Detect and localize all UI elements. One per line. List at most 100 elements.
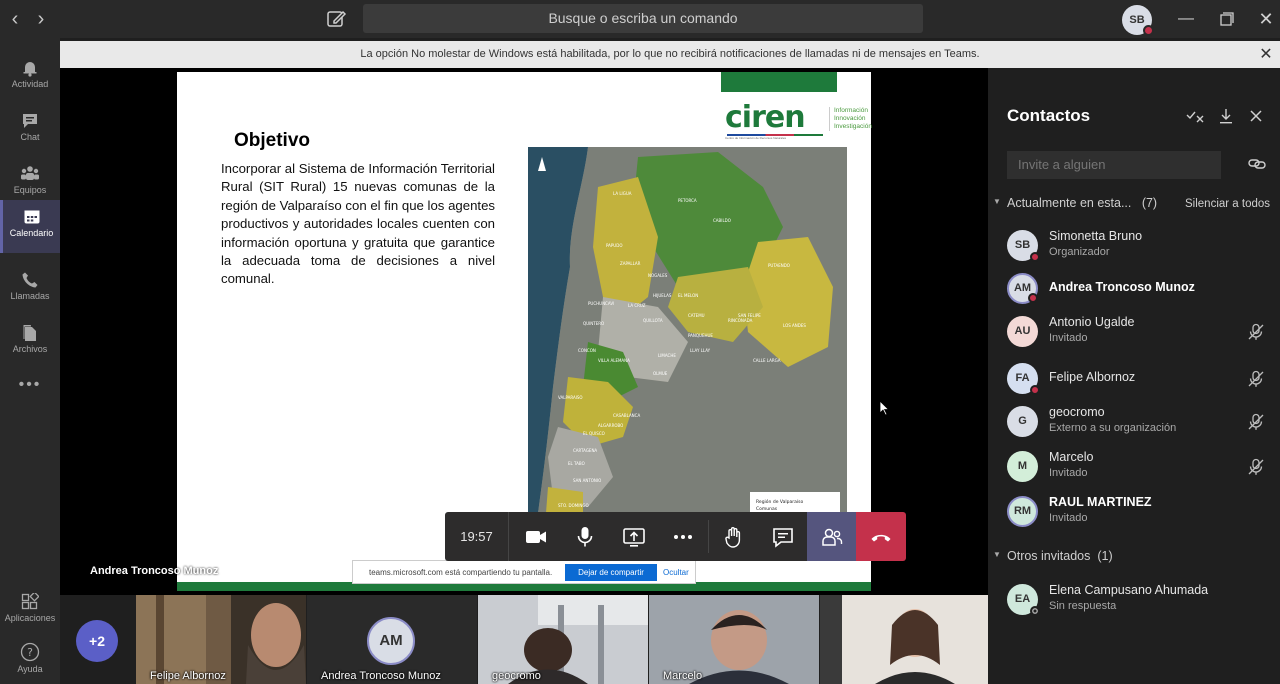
participant-row[interactable]: AU Antonio Ugalde Invitado: [988, 310, 1280, 354]
avatar-initials: SB: [1014, 239, 1031, 251]
search-command-box[interactable]: Busque o escriba un comando: [363, 4, 923, 33]
participant-row[interactable]: Ggeocromo Externo a su organización: [988, 400, 1280, 444]
current-participants-section[interactable]: ▼ Actualmente en esta... (7): [988, 196, 1188, 212]
close-window-icon[interactable]: ✕: [1253, 6, 1279, 32]
compose-icon[interactable]: [324, 7, 348, 31]
avatar-initials: RM: [1013, 505, 1032, 517]
status-dnd-icon: [1143, 25, 1154, 36]
rail-label: Llamadas: [10, 291, 50, 301]
video-tile[interactable]: [820, 595, 990, 684]
screen-share-notification: teams.microsoft.com está compartiendo tu…: [352, 560, 696, 584]
rail-more-icon[interactable]: •••: [0, 370, 60, 400]
map-commune-label: PETORCA: [678, 198, 697, 203]
mic-muted-icon[interactable]: [1247, 458, 1265, 476]
participant-name: Simonetta Bruno: [1049, 229, 1143, 243]
mic-muted-icon[interactable]: [1247, 413, 1265, 431]
bell-icon: [23, 62, 37, 77]
stop-sharing-button[interactable]: Dejar de compartir: [565, 564, 657, 581]
mute-all-icon[interactable]: [1185, 106, 1205, 126]
rail-label: Calendario: [9, 228, 54, 238]
participant-row[interactable]: FA Felipe Albornoz: [988, 357, 1280, 401]
video-tile[interactable]: Felipe Albornoz: [136, 595, 306, 684]
help-icon: ?: [20, 642, 40, 662]
participant-name: RAUL MARTINEZ: [1049, 495, 1152, 509]
mic-muted-icon[interactable]: [1247, 370, 1265, 388]
raise-hand-button[interactable]: [709, 512, 758, 561]
mute-all-button[interactable]: Silenciar a todos: [1185, 198, 1270, 210]
hang-up-icon: [871, 534, 891, 542]
slide-title: Objetivo: [234, 130, 311, 151]
camera-button[interactable]: [511, 512, 560, 561]
rail-item-files[interactable]: Archivos: [0, 316, 60, 369]
ellipsis-icon: [674, 535, 692, 539]
my-avatar[interactable]: SB: [1122, 5, 1154, 36]
participant-role: Invitado: [1049, 332, 1088, 344]
participant-row[interactable]: EA Elena Campusano Ahumada Sin respuesta: [988, 578, 1280, 622]
slide-body-text: Incorporar al Sistema de Información Ter…: [221, 161, 495, 287]
rail-item-calendar[interactable]: Calendario: [0, 200, 60, 253]
logo-tag-line: Investigación: [834, 123, 872, 130]
maximize-icon[interactable]: [1214, 6, 1240, 32]
participants-button[interactable]: [807, 512, 856, 561]
participant-avatar: AM: [1007, 273, 1038, 304]
map-commune-label: PANQUEHUE: [688, 333, 713, 338]
close-panel-icon[interactable]: [1246, 106, 1266, 126]
video-tile[interactable]: AM Andrea Troncoso Munoz: [307, 595, 477, 684]
rail-label: Archivos: [12, 344, 48, 354]
section-title: Actualmente en esta...: [1007, 196, 1132, 210]
rail-item-apps[interactable]: Aplicaciones: [0, 585, 60, 638]
participant-row[interactable]: M Marcelo Invitado: [988, 445, 1280, 489]
section-count: (7): [1141, 196, 1158, 210]
map-commune-label: LA LIGUA: [613, 191, 632, 196]
raise-hand-icon: [725, 527, 741, 548]
chat-icon: [773, 528, 793, 548]
rail-label: Actividad: [11, 79, 49, 89]
forward-arrow-icon[interactable]: ›: [30, 8, 52, 30]
other-invitees-section[interactable]: ▼ Otros invitados (1): [988, 549, 1188, 565]
map-commune-label: LOS ANDES: [783, 323, 806, 328]
call-timer: 19:57: [445, 512, 509, 561]
mouse-cursor-icon: [880, 401, 890, 416]
rail-label: Chat: [20, 132, 40, 142]
video-tile[interactable]: Marcelo: [649, 595, 819, 684]
share-link-icon[interactable]: [1248, 156, 1266, 172]
share-message: teams.microsoft.com está compartiendo tu…: [369, 568, 553, 577]
hang-up-button[interactable]: [856, 512, 906, 561]
avatar-initials: AU: [1014, 325, 1031, 337]
hide-share-bar-link[interactable]: Ocultar: [663, 568, 689, 577]
download-icon[interactable]: [1216, 106, 1236, 126]
map-commune-label: CALLE LARGA: [753, 358, 781, 363]
share-screen-icon: [623, 528, 645, 547]
microphone-button[interactable]: [560, 512, 609, 561]
video-tile[interactable]: geocromo: [478, 595, 648, 684]
map-commune-label: RINCONADA: [728, 318, 753, 323]
chat-button[interactable]: [758, 512, 807, 561]
rail-item-calls[interactable]: Llamadas: [0, 263, 60, 316]
back-arrow-icon[interactable]: ‹: [4, 8, 26, 30]
mic-muted-icon[interactable]: [1247, 323, 1265, 341]
video-feed: [820, 595, 988, 684]
map-commune-label: EL MELON: [678, 293, 698, 298]
map-commune-label: QUINTERO: [583, 321, 604, 326]
map-commune-label: PAPUDO: [606, 243, 622, 248]
rail-item-activity[interactable]: Actividad: [0, 51, 60, 104]
minimize-icon[interactable]: —: [1173, 6, 1199, 32]
participant-row[interactable]: AM Andrea Troncoso Munoz: [988, 267, 1280, 311]
share-screen-button[interactable]: [609, 512, 658, 561]
rail-item-help[interactable]: ? Ayuda: [0, 638, 60, 684]
rail-item-chat[interactable]: Chat: [0, 104, 60, 157]
tile-name: Felipe Albornoz: [150, 670, 226, 682]
participant-row[interactable]: RM RAUL MARTINEZ Invitado: [988, 490, 1280, 534]
my-initials: SB: [1129, 14, 1145, 26]
map-commune-label: PUTAENDO: [768, 263, 790, 268]
more-participants-button[interactable]: +2: [76, 620, 118, 662]
section-label: Otros invitados (1): [1007, 549, 1113, 563]
status-dnd-icon: [1028, 293, 1038, 303]
participant-row[interactable]: SB Simonetta Bruno Organizador: [988, 224, 1280, 268]
map-commune-label: VILLA ALEMANA: [598, 358, 630, 363]
invite-input[interactable]: [1007, 151, 1221, 179]
more-actions-button[interactable]: [658, 512, 707, 561]
close-icon[interactable]: ✕: [1258, 41, 1274, 68]
participant-avatar: AU: [1007, 316, 1038, 347]
section-count: (1): [1097, 549, 1113, 563]
